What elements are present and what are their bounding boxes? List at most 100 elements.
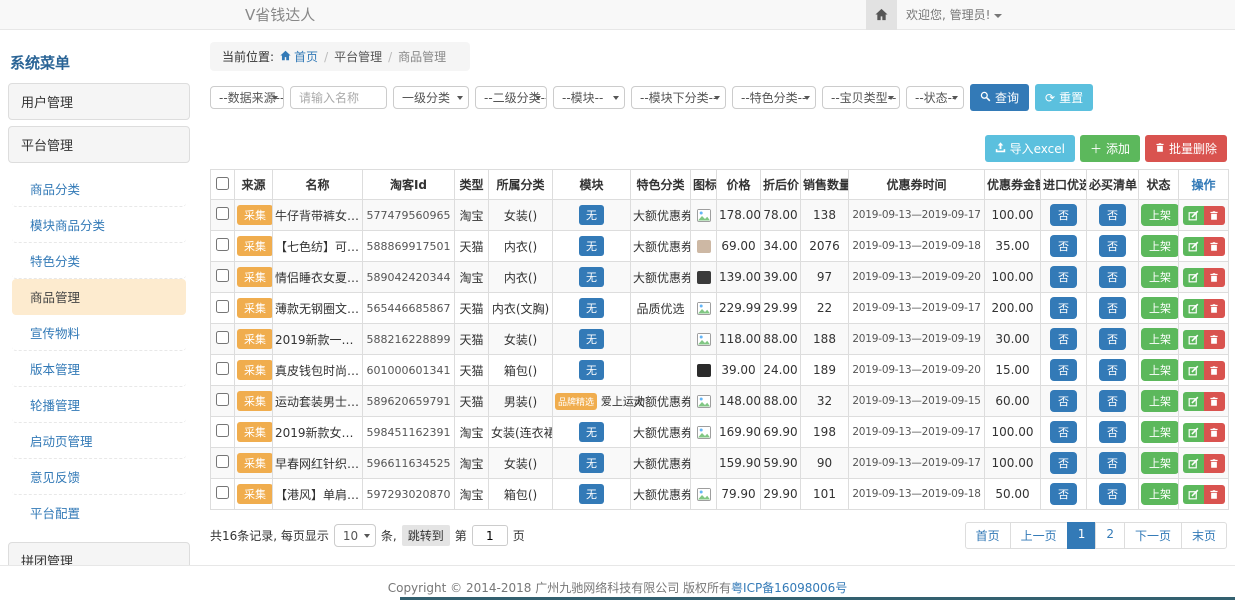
sidebar-item-6[interactable]: 版本管理 — [12, 351, 186, 387]
row-checkbox[interactable] — [216, 269, 229, 282]
status-button[interactable]: 上架 — [1141, 297, 1179, 319]
product-name[interactable]: 【七色纺】可爱纯棉家... — [273, 231, 363, 262]
delete-button[interactable] — [1204, 237, 1225, 256]
sidebar-item-9[interactable]: 意见反馈 — [12, 459, 186, 495]
pager-item-4[interactable]: 2 — [1095, 522, 1125, 549]
sidebar-group-2[interactable]: 平台管理 — [8, 126, 190, 163]
navbar-home-button[interactable] — [866, 0, 897, 30]
filter-select-4[interactable]: --二级分类-- — [475, 86, 547, 109]
must-buy-toggle[interactable]: 否 — [1099, 452, 1126, 474]
pager-item-2[interactable]: 上一页 — [1010, 522, 1068, 549]
status-button[interactable]: 上架 — [1141, 421, 1179, 443]
must-buy-toggle[interactable]: 否 — [1099, 390, 1126, 412]
must-buy-toggle[interactable]: 否 — [1099, 328, 1126, 350]
row-checkbox[interactable] — [216, 207, 229, 220]
edit-button[interactable] — [1183, 268, 1204, 287]
delete-button[interactable] — [1204, 268, 1225, 287]
row-checkbox[interactable] — [216, 331, 229, 344]
delete-button[interactable] — [1204, 392, 1225, 411]
status-button[interactable]: 上架 — [1141, 266, 1179, 288]
sidebar-item-10[interactable]: 平台配置 — [12, 495, 186, 530]
per-page-select[interactable]: 10 — [334, 524, 376, 547]
row-checkbox[interactable] — [216, 393, 229, 406]
jump-button[interactable]: 跳转到 — [402, 525, 450, 546]
product-name[interactable]: 2019新款女秋薄款... — [273, 417, 363, 448]
delete-button[interactable] — [1204, 299, 1225, 318]
breadcrumb-home-link[interactable]: 首页 — [280, 48, 318, 65]
edit-button[interactable] — [1183, 454, 1204, 473]
product-name[interactable]: 情侣睡衣女夏丝绸男士... — [273, 262, 363, 293]
pager-item-1[interactable]: 首页 — [965, 522, 1011, 549]
select-all-checkbox[interactable] — [216, 177, 229, 190]
delete-button[interactable] — [1204, 361, 1225, 380]
product-name[interactable]: 真皮钱包时尚优雅女士... — [273, 355, 363, 386]
row-checkbox[interactable] — [216, 455, 229, 468]
sidebar-item-5[interactable]: 宣传物料 — [12, 315, 186, 351]
filter-select-7[interactable]: --特色分类-- — [732, 86, 816, 109]
add-button[interactable]: ＋ 添加 — [1080, 135, 1140, 162]
product-name[interactable]: 早春网红针织外套女春... — [273, 448, 363, 479]
must-buy-toggle[interactable]: 否 — [1099, 421, 1126, 443]
filter-select-3[interactable]: 一级分类 — [393, 86, 469, 109]
delete-button[interactable] — [1204, 454, 1225, 473]
delete-button[interactable] — [1204, 423, 1225, 442]
row-checkbox[interactable] — [216, 362, 229, 375]
delete-button[interactable] — [1204, 206, 1225, 225]
sidebar-item-8[interactable]: 启动页管理 — [12, 423, 186, 459]
sidebar-group-1[interactable]: 用户管理 — [8, 83, 190, 120]
imported-toggle[interactable]: 否 — [1050, 390, 1077, 412]
must-buy-toggle[interactable]: 否 — [1099, 359, 1126, 381]
must-buy-toggle[interactable]: 否 — [1099, 483, 1126, 505]
filter-select-5[interactable]: --模块-- — [553, 86, 625, 109]
pager-item-6[interactable]: 末页 — [1181, 522, 1227, 549]
imported-toggle[interactable]: 否 — [1050, 483, 1077, 505]
imported-toggle[interactable]: 否 — [1050, 297, 1077, 319]
product-name[interactable]: 薄款无钢圈文胸聚拢性... — [273, 293, 363, 324]
edit-button[interactable] — [1183, 392, 1204, 411]
edit-button[interactable] — [1183, 206, 1204, 225]
import-excel-button[interactable]: 导入excel — [985, 135, 1075, 162]
imported-toggle[interactable]: 否 — [1050, 266, 1077, 288]
status-button[interactable]: 上架 — [1141, 235, 1179, 257]
delete-button[interactable] — [1204, 485, 1225, 504]
status-button[interactable]: 上架 — [1141, 359, 1179, 381]
edit-button[interactable] — [1183, 299, 1204, 318]
must-buy-toggle[interactable]: 否 — [1099, 204, 1126, 226]
filter-select-6[interactable]: --模块下分类-- — [631, 86, 726, 109]
filter-select-8[interactable]: --宝贝类型-- — [822, 86, 900, 109]
sidebar-item-2[interactable]: 模块商品分类 — [12, 207, 186, 243]
sidebar-item-3[interactable]: 特色分类 — [12, 243, 186, 279]
pager-page-active[interactable]: 1 — [1067, 522, 1097, 549]
sidebar-item-1[interactable]: 商品分类 — [12, 171, 186, 207]
page-number-input[interactable] — [472, 525, 508, 546]
edit-button[interactable] — [1183, 237, 1204, 256]
sidebar-item-7[interactable]: 轮播管理 — [12, 387, 186, 423]
imported-toggle[interactable]: 否 — [1050, 328, 1077, 350]
row-checkbox[interactable] — [216, 238, 229, 251]
imported-toggle[interactable]: 否 — [1050, 359, 1077, 381]
batch-delete-button[interactable]: 批量删除 — [1145, 135, 1227, 162]
must-buy-toggle[interactable]: 否 — [1099, 235, 1126, 257]
status-button[interactable]: 上架 — [1141, 328, 1179, 350]
icp-link[interactable]: 粤ICP备16098006号 — [731, 581, 847, 595]
sidebar-group-3[interactable]: 拼团管理 — [8, 542, 190, 565]
status-button[interactable]: 上架 — [1141, 204, 1179, 226]
row-checkbox[interactable] — [216, 424, 229, 437]
edit-button[interactable] — [1183, 485, 1204, 504]
reset-button[interactable]: ⟳重置 — [1035, 84, 1093, 111]
status-button[interactable]: 上架 — [1141, 483, 1179, 505]
product-name[interactable]: 牛仔背带裤女秋装减龄... — [273, 200, 363, 231]
edit-button[interactable] — [1183, 423, 1204, 442]
product-name[interactable]: 2019新款一片式系... — [273, 324, 363, 355]
filter-select-1[interactable]: --数据来源-- — [210, 86, 284, 109]
edit-button[interactable] — [1183, 330, 1204, 349]
name-search-input[interactable] — [290, 86, 387, 109]
row-checkbox[interactable] — [216, 300, 229, 313]
sidebar-item-4-active[interactable]: 商品管理 — [12, 279, 186, 315]
edit-button[interactable] — [1183, 361, 1204, 380]
row-checkbox[interactable] — [216, 486, 229, 499]
filter-select-9[interactable]: --状态-- — [906, 86, 964, 109]
imported-toggle[interactable]: 否 — [1050, 421, 1077, 443]
status-button[interactable]: 上架 — [1141, 390, 1179, 412]
search-button[interactable]: 查询 — [970, 84, 1029, 111]
